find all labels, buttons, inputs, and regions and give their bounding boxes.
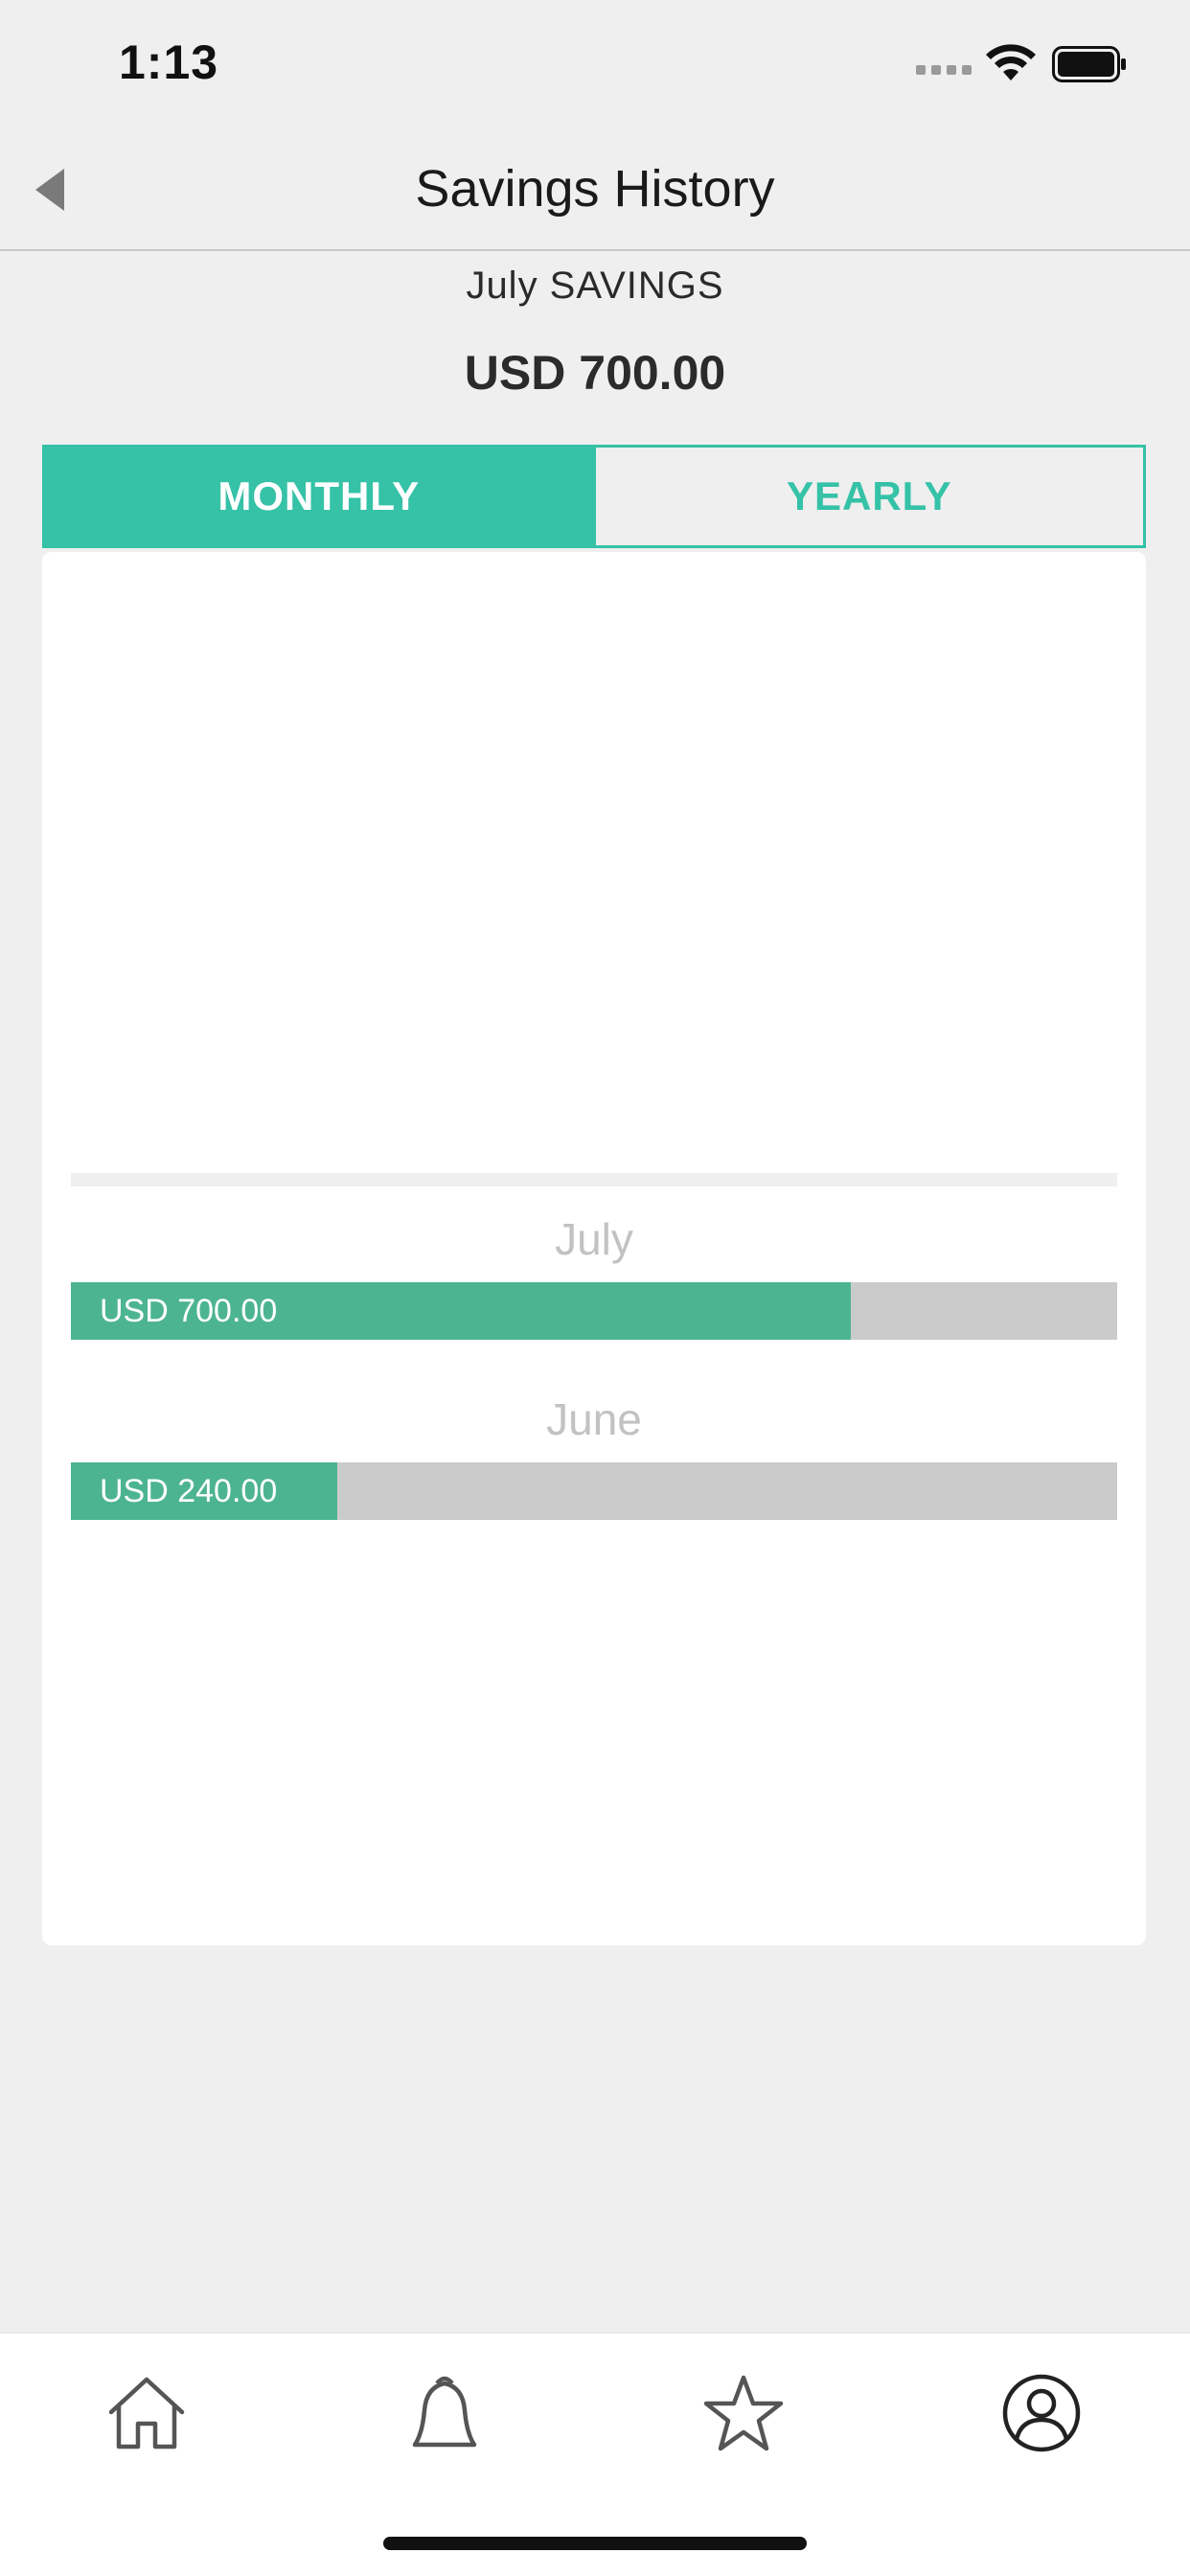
tab-favorites[interactable]	[700, 2370, 787, 2456]
bell-icon	[412, 2376, 477, 2448]
month-label-june: June	[546, 1394, 642, 1444]
status-time: 1:13	[119, 35, 219, 89]
home-indicator	[383, 2537, 807, 2550]
savings-history-card: July USD 700.00 June USD 240.00	[42, 552, 1146, 1945]
period-label: July SAVINGS	[466, 264, 724, 307]
status-bar: 1:13	[0, 0, 1190, 130]
savings-history-screen: 1:13 Savings History July SAVINGS USD 70…	[0, 0, 1190, 2576]
month-label-july: July	[555, 1214, 633, 1264]
tab-home[interactable]	[103, 2370, 190, 2456]
tab-profile[interactable]	[998, 2370, 1085, 2456]
savings-bar-value: USD 240.00	[100, 1473, 278, 1509]
savings-bar-value: USD 700.00	[100, 1293, 278, 1329]
page-title: Savings History	[415, 160, 775, 218]
period-segmented-control: MONTHLY YEARLY	[42, 445, 1146, 548]
cellular-signal-icon	[916, 65, 972, 75]
battery-icon	[1052, 46, 1126, 82]
nav-header: Savings History	[0, 130, 1190, 251]
savings-bar-july: USD 700.00	[71, 1282, 1117, 1340]
tab-notifications[interactable]	[401, 2370, 488, 2456]
tab-monthly[interactable]: MONTHLY	[45, 448, 593, 545]
profile-icon	[1002, 2374, 1081, 2452]
divider	[71, 1173, 1117, 1186]
star-icon	[703, 2375, 784, 2451]
home-icon	[108, 2377, 185, 2450]
total-savings-amount: USD 700.00	[464, 346, 726, 400]
wifi-icon	[986, 44, 1036, 80]
tab-yearly[interactable]: YEARLY	[592, 448, 1143, 545]
bottom-tab-bar	[0, 2333, 1190, 2576]
savings-bar-june: USD 240.00	[71, 1462, 1117, 1520]
